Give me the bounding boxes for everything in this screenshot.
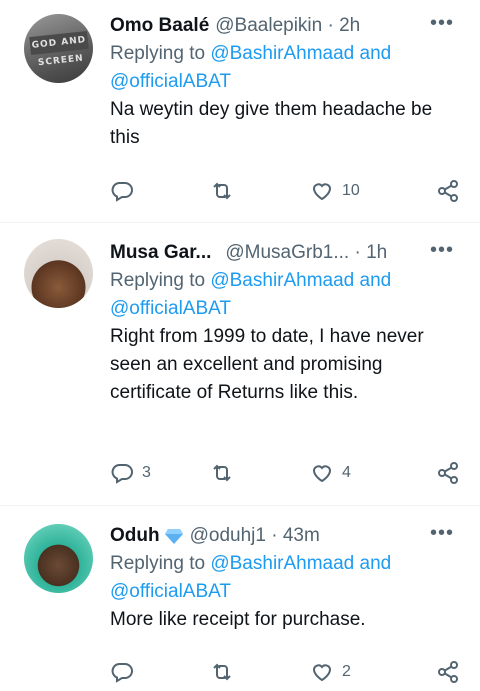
reply-button[interactable]: 3 [110, 461, 151, 485]
reply-and[interactable]: and [354, 553, 392, 574]
heart-icon [312, 183, 332, 201]
more-options-icon[interactable]: ••• [430, 13, 454, 33]
mention-link[interactable]: @officialABAT [110, 71, 231, 92]
heart-icon [312, 664, 332, 682]
retweet-button[interactable] [210, 179, 234, 203]
replying-to: Replying to @BashirAhmaad and @officialA… [110, 40, 460, 96]
share-icon [438, 462, 458, 484]
tweet-content: Oduh @oduhj1 · 43m ••• Replying to @Bash… [110, 523, 460, 634]
avatar-sign-text: GOD AND SCREEN [29, 31, 89, 68]
share-button[interactable] [436, 461, 460, 485]
tweet-text: More like receipt for purchase. [110, 609, 366, 630]
avatar[interactable] [24, 524, 93, 593]
reply-icon [111, 663, 133, 683]
tweet-header: Oduh @oduhj1 · 43m [110, 524, 460, 548]
tweet-actions: 3 4 [110, 461, 460, 485]
like-button[interactable]: 4 [310, 461, 351, 485]
replying-prefix: Replying to [110, 270, 211, 291]
more-options-icon[interactable]: ••• [430, 240, 454, 260]
tweet-actions: 2 [110, 660, 460, 684]
share-icon [438, 661, 458, 683]
retweet-icon [213, 182, 231, 200]
more-options-icon[interactable]: ••• [430, 523, 454, 543]
tweet-content: Musa Gar... @MusaGrb1... · 1h ••• Replyi… [110, 240, 460, 407]
retweet-icon [213, 663, 231, 681]
author-name[interactable]: Oduh [110, 524, 160, 548]
tweet-text: Right from 1999 to date, I have never se… [110, 326, 424, 403]
retweet-button[interactable] [210, 660, 234, 684]
reply-and[interactable]: and [354, 43, 392, 64]
reply-button[interactable] [110, 179, 142, 203]
retweet-button[interactable] [210, 461, 234, 485]
tweet-content: Omo Baalé @Baalepikin · 2h ••• Replying … [110, 13, 460, 152]
mention-link[interactable]: @officialABAT [110, 581, 231, 602]
tweet[interactable]: GOD AND SCREEN Omo Baalé @Baalepikin · 2… [0, 0, 480, 223]
avatar[interactable]: GOD AND SCREEN [24, 14, 93, 83]
author-name[interactable]: Musa Gar... [110, 241, 211, 265]
replying-to: Replying to @BashirAhmaad and @officialA… [110, 550, 460, 606]
replying-to: Replying to @BashirAhmaad and @officialA… [110, 267, 460, 323]
share-icon [438, 180, 458, 202]
tweet[interactable]: Oduh @oduhj1 · 43m ••• Replying to @Bash… [0, 506, 480, 691]
avatar[interactable] [24, 239, 93, 308]
replying-prefix: Replying to [110, 43, 211, 64]
share-button[interactable] [436, 179, 460, 203]
tweet-actions: 10 [110, 179, 460, 203]
author-handle[interactable]: @MusaGrb1... · 1h [225, 241, 387, 265]
mention-link[interactable]: @officialABAT [110, 298, 231, 319]
tweet-header: Musa Gar... @MusaGrb1... · 1h [110, 241, 460, 265]
author-name[interactable]: Omo Baalé [110, 14, 209, 38]
mention-link[interactable]: @BashirAhmaad [210, 270, 354, 291]
heart-icon [312, 465, 332, 483]
reply-count: 3 [142, 464, 151, 481]
like-button[interactable]: 10 [310, 179, 360, 203]
author-handle[interactable]: @Baalepikin · 2h [215, 14, 360, 38]
reply-icon [111, 464, 133, 484]
mention-link[interactable]: @BashirAhmaad [210, 553, 354, 574]
replying-prefix: Replying to [110, 553, 211, 574]
author-handle[interactable]: @oduhj1 · 43m [190, 524, 320, 548]
tweet-text: Na weytin dey give them headache be this [110, 99, 433, 148]
reply-and[interactable]: and [354, 270, 392, 291]
like-count: 4 [342, 464, 351, 481]
tweet-header: Omo Baalé @Baalepikin · 2h [110, 14, 460, 38]
like-count: 2 [342, 663, 351, 680]
gem-icon [164, 529, 183, 544]
mention-link[interactable]: @BashirAhmaad [210, 43, 354, 64]
reply-icon [111, 182, 133, 202]
like-count: 10 [342, 182, 360, 199]
tweet[interactable]: Musa Gar... @MusaGrb1... · 1h ••• Replyi… [0, 223, 480, 506]
retweet-icon [213, 464, 231, 482]
share-button[interactable] [436, 660, 460, 684]
reply-button[interactable] [110, 660, 142, 684]
like-button[interactable]: 2 [310, 660, 351, 684]
